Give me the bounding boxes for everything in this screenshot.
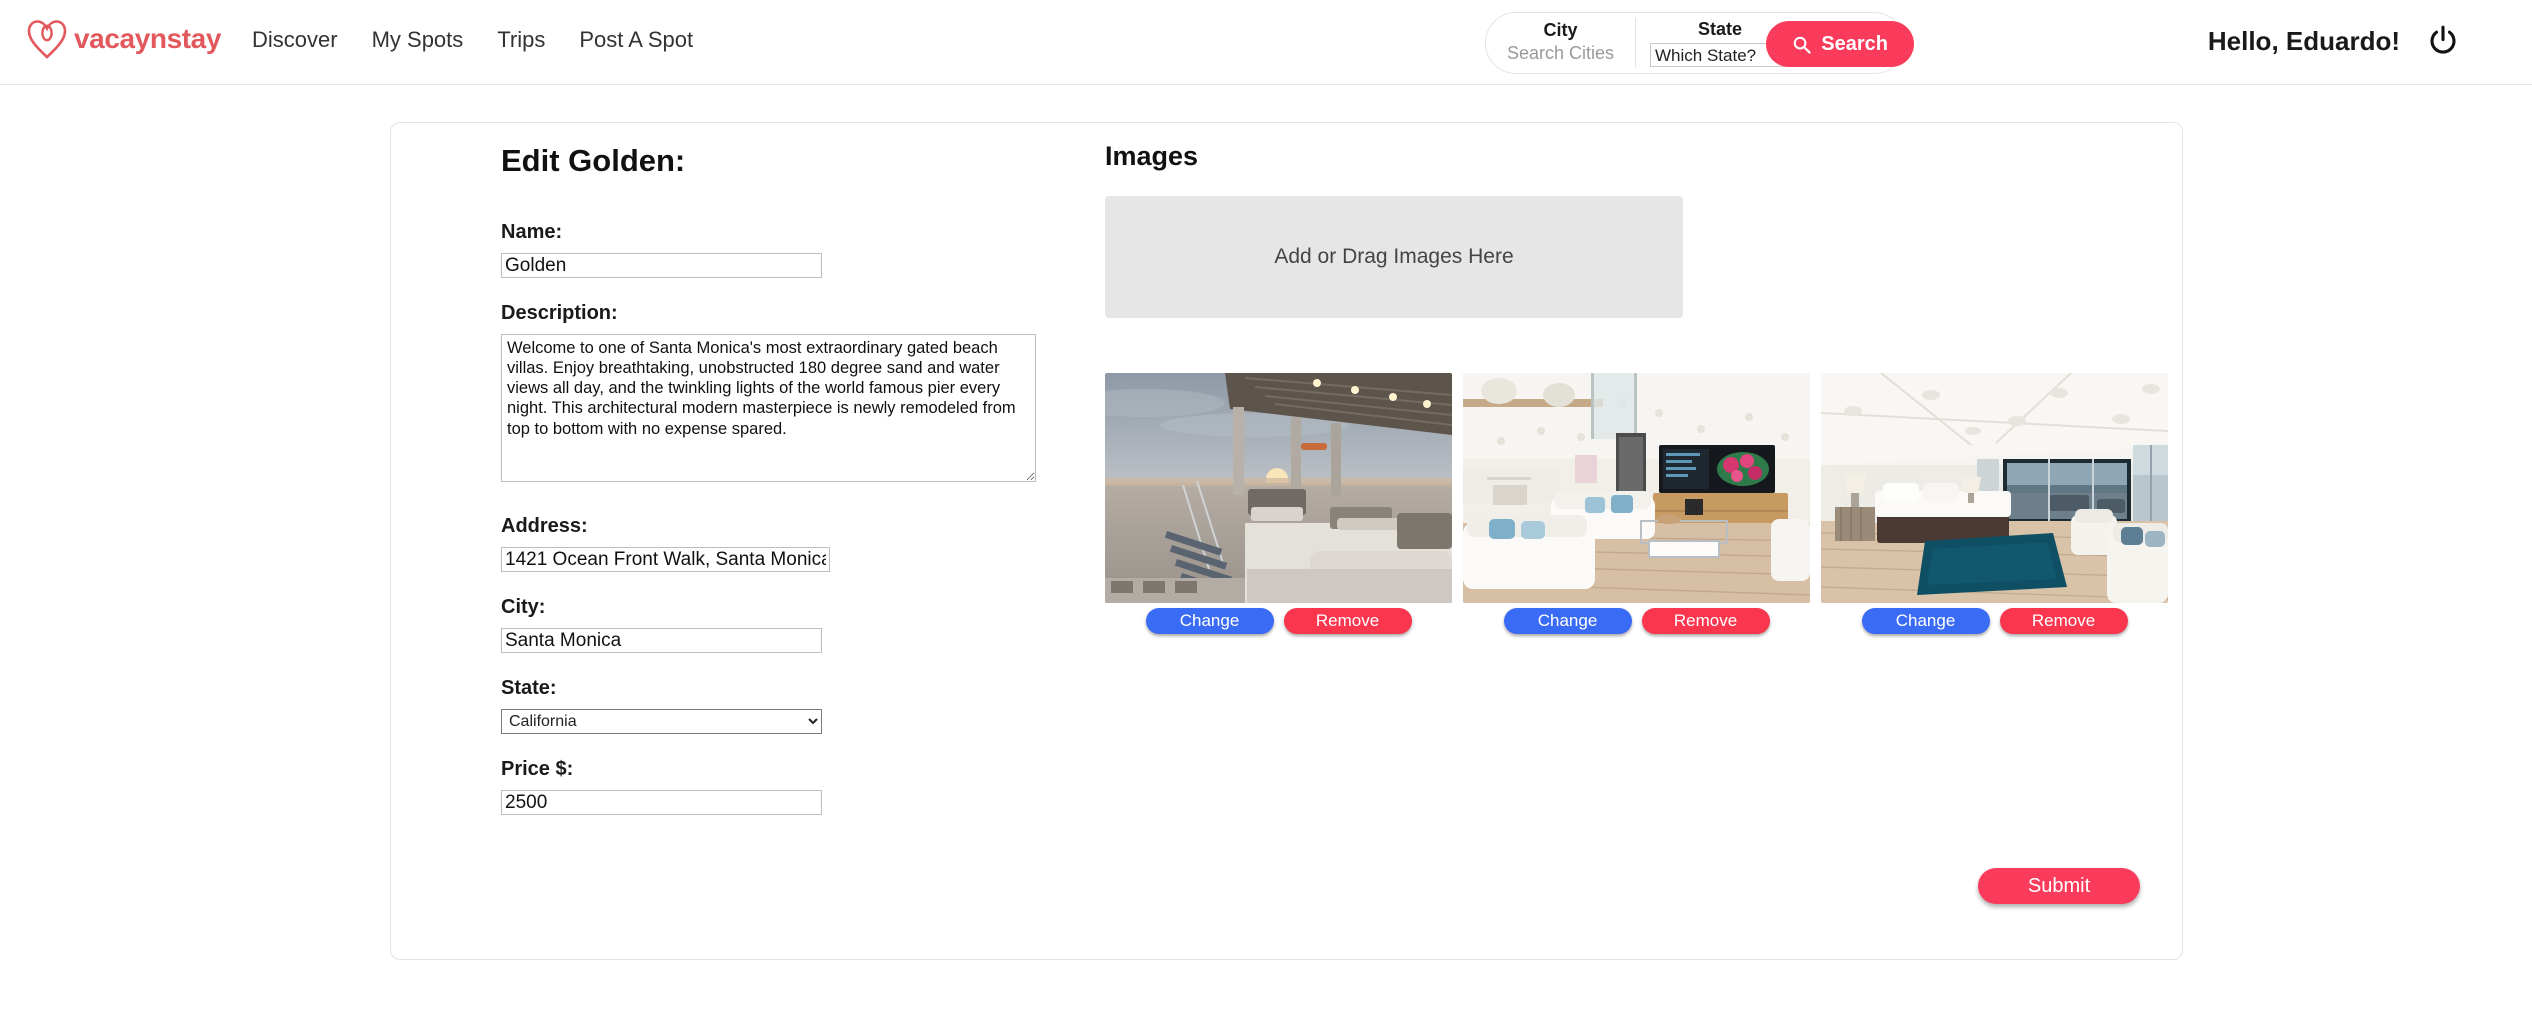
change-image-button-3[interactable]: Change [1861, 608, 1990, 634]
images-title: Images [1105, 141, 1199, 171]
power-logout-icon[interactable] [2426, 24, 2460, 58]
address-input[interactable] [501, 547, 830, 572]
price-label: Price $: [501, 758, 574, 780]
images-panel: Images Add or Drag Images Here Change Re… [1105, 141, 2168, 634]
field-name: Name: [501, 221, 1141, 278]
thumbnail-row: Change Remove Change Remove Change Remov… [1105, 373, 2168, 634]
description-label: Description: [501, 302, 618, 324]
thumbnail-item: Change Remove [1105, 373, 1452, 634]
change-image-button-2[interactable]: Change [1503, 608, 1632, 634]
nav-post-a-spot[interactable]: Post A Spot [579, 27, 693, 53]
brand-logo[interactable]: vacaynstay [24, 16, 221, 62]
change-image-button-1[interactable]: Change [1145, 608, 1274, 634]
image-actions: Change Remove [1821, 608, 2168, 634]
name-label: Name: [501, 221, 563, 243]
field-price: Price $: [501, 758, 1141, 815]
search-city-section[interactable]: City Search Cities [1486, 18, 1636, 68]
submit-button[interactable]: Submit [1978, 868, 2140, 904]
page-title: Edit Golden: [501, 143, 686, 178]
field-description: Description: Welcome to one of Santa Mon… [501, 302, 1141, 487]
image-actions: Change Remove [1105, 608, 1452, 634]
spot-image-3 [1821, 373, 2168, 603]
field-address: Address: [501, 515, 1141, 572]
field-city: City: [501, 596, 1141, 653]
description-textarea[interactable]: Welcome to one of Santa Monica's most ex… [501, 334, 1036, 482]
remove-image-button-3[interactable]: Remove [1999, 608, 2128, 634]
dropzone-label: Add or Drag Images Here [1274, 245, 1514, 268]
search-city-label: City [1543, 20, 1578, 40]
search-button[interactable]: Search [1766, 21, 1914, 67]
city-input[interactable] [501, 628, 822, 653]
address-label: Address: [501, 515, 588, 537]
heart-logo-icon [27, 20, 67, 59]
thumbnail-item: Change Remove [1463, 373, 1810, 634]
thumbnail-item: Change Remove [1821, 373, 2168, 634]
image-actions: Change Remove [1463, 608, 1810, 634]
search-button-label: Search [1821, 32, 1888, 55]
main-nav: Discover My Spots Trips Post A Spot [252, 27, 693, 53]
state-label: State: [501, 677, 557, 699]
remove-image-button-1[interactable]: Remove [1283, 608, 1412, 634]
spot-image-2 [1463, 373, 1810, 603]
state-select[interactable]: California [501, 709, 822, 734]
nav-discover[interactable]: Discover [252, 27, 338, 53]
remove-image-button-2[interactable]: Remove [1641, 608, 1770, 634]
user-greeting: Hello, Eduardo! [2207, 26, 2400, 56]
nav-trips[interactable]: Trips [497, 27, 545, 53]
field-state: State: California [501, 677, 1141, 734]
search-bar: City Search Cities State Which State? Se… [1485, 12, 1914, 74]
top-header: vacaynstay Discover My Spots Trips Post … [0, 0, 2532, 85]
edit-form: Edit Golden: Name: Description: Welcome … [501, 143, 1141, 839]
price-input[interactable] [501, 790, 822, 815]
city-label: City: [501, 596, 546, 618]
brand-name: vacaynstay [74, 23, 222, 54]
nav-my-spots[interactable]: My Spots [372, 27, 464, 53]
search-icon [1793, 36, 1811, 54]
image-dropzone[interactable]: Add or Drag Images Here [1105, 196, 1683, 318]
name-input[interactable] [501, 253, 822, 278]
search-city-input[interactable]: Search Cities [1486, 43, 1635, 64]
edit-spot-card: Edit Golden: Name: Description: Welcome … [390, 122, 2183, 960]
spot-image-1 [1105, 373, 1452, 603]
